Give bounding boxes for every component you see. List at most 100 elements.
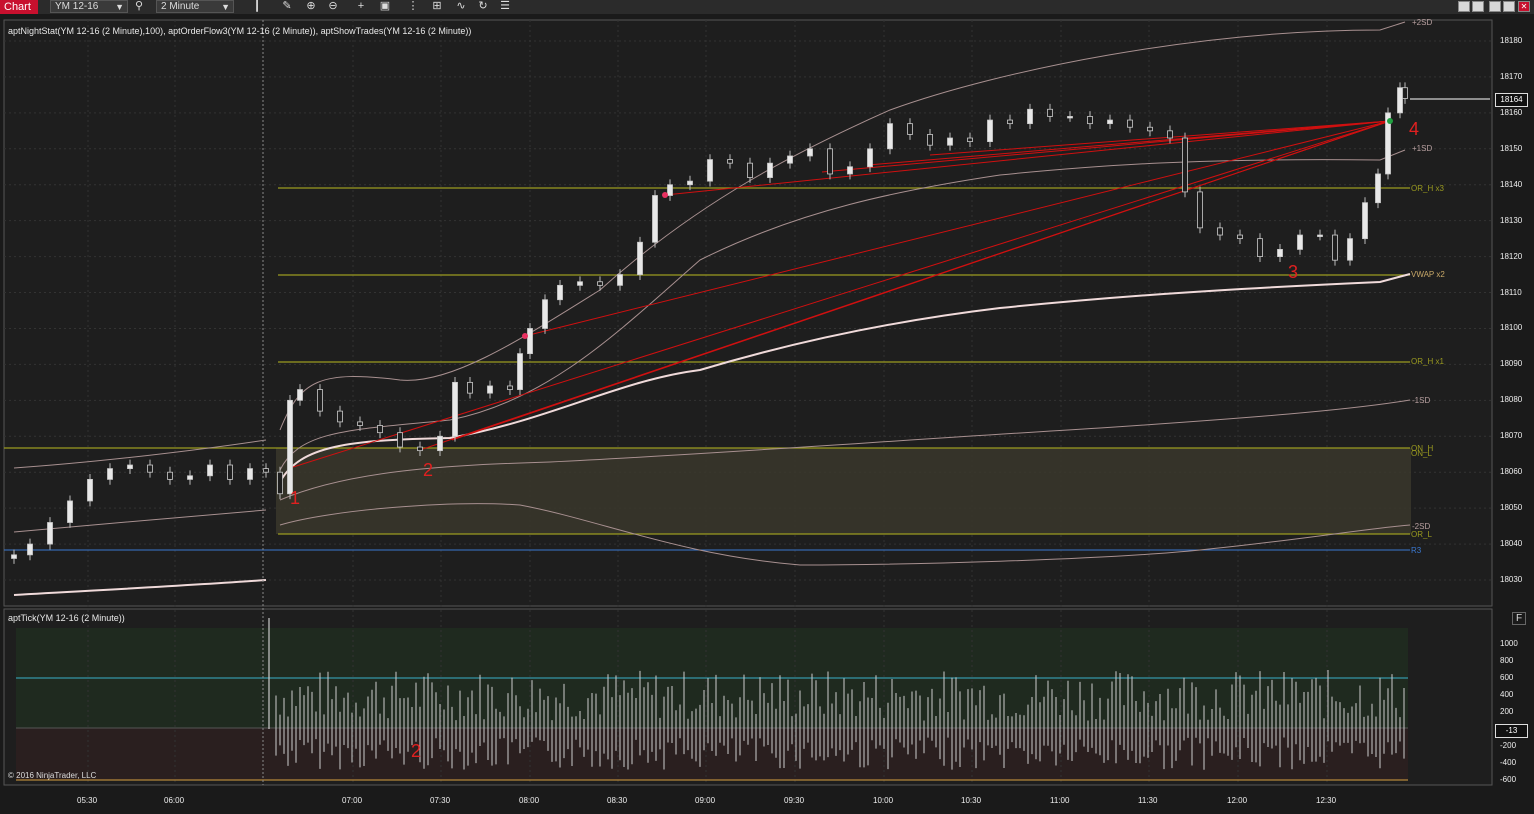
or-l-label: OR_L (1411, 530, 1432, 539)
candle-body (127, 464, 133, 470)
candle-body (337, 410, 343, 423)
price-y-tick: 18060 (1500, 467, 1523, 477)
candle-body (357, 421, 363, 426)
r3-label: R3 (1411, 546, 1422, 555)
candle-body (1317, 234, 1323, 237)
x-tick: 11:00 (1050, 796, 1070, 805)
tick-panel-indicator-label: aptTick(YM 12-16 (2 Minute)) (8, 613, 125, 623)
close-icon[interactable]: ✕ (1518, 1, 1530, 12)
candle-body (207, 464, 213, 477)
candle-body (1107, 119, 1113, 125)
sd1-upper-label: +1SD (1412, 144, 1433, 153)
current-tick-marker: -13 (1495, 724, 1528, 738)
chart-canvas[interactable] (0, 14, 1534, 814)
crosshair-icon[interactable]: + (354, 0, 368, 13)
candle-body (1362, 202, 1368, 240)
candle-body (847, 166, 853, 175)
sd2-upper-label: +2SD (1412, 18, 1433, 27)
x-tick: 07:00 (342, 796, 363, 805)
orh-x3-label: OR_H x3 (1411, 184, 1444, 193)
candle-body (227, 464, 233, 480)
candle-body (247, 468, 253, 480)
minimize-icon[interactable] (1472, 1, 1484, 12)
candle-body (557, 284, 563, 301)
candle-body (317, 389, 323, 412)
drawing-tools-icon[interactable]: ∿ (454, 0, 468, 13)
candle-body (1332, 234, 1338, 261)
instrument-selector[interactable]: YM 12-16 ▼ (50, 0, 128, 13)
candle-body (1402, 87, 1408, 99)
trade-marker (662, 192, 668, 198)
candle-body (1047, 108, 1053, 117)
x-tick: 12:00 (1227, 796, 1248, 805)
bar-style-icon[interactable]: ┃ (250, 0, 264, 13)
candle-body (707, 159, 713, 182)
trade-marker (1387, 118, 1393, 124)
candle-body (263, 468, 269, 473)
maximize-icon[interactable] (1503, 1, 1515, 12)
candle-body (1297, 234, 1303, 250)
candle-body (452, 381, 458, 437)
candle-body (487, 385, 493, 394)
candle-body (787, 155, 793, 164)
price-y-tick: 18080 (1500, 395, 1523, 405)
zoom-out-icon[interactable]: ⊖ (326, 0, 340, 13)
candle-body (277, 471, 283, 495)
tick-y-tick: 400 (1500, 690, 1514, 699)
price-y-tick: 18150 (1500, 143, 1523, 153)
copyright-notice: © 2016 NinjaTrader, LLC (8, 771, 97, 780)
candle-body (297, 389, 303, 401)
price-y-tick: 18050 (1500, 503, 1523, 513)
search-icon[interactable]: ⚲ (132, 0, 146, 13)
refresh-icon[interactable]: ↻ (476, 0, 490, 13)
candle-body (1067, 116, 1073, 119)
annotation-4: 4 (1409, 119, 1420, 139)
interval-selector[interactable]: 2 Minute ▼ (156, 0, 234, 13)
instrument-value: YM 12-16 (55, 1, 99, 12)
pencil-icon[interactable]: ✎ (280, 0, 294, 13)
zoom-in-icon[interactable]: ⊕ (304, 0, 318, 13)
properties-icon[interactable]: ☰ (498, 0, 512, 13)
annotation-1: 1 (290, 488, 301, 508)
x-tick: 10:30 (961, 796, 982, 805)
price-y-tick: 18100 (1500, 323, 1523, 333)
candle-body (1167, 130, 1173, 139)
tick-y-tick: -400 (1500, 758, 1517, 767)
price-y-tick: 18110 (1500, 287, 1522, 297)
chart-tab[interactable]: Chart (0, 0, 38, 14)
tick-y-tick: -600 (1500, 775, 1517, 784)
candle-body (1347, 238, 1353, 261)
price-y-tick: 18090 (1500, 359, 1523, 369)
strategies-icon[interactable]: ⊞ (430, 0, 444, 13)
indicators-icon[interactable]: ⋮ (406, 0, 420, 13)
price-y-tick: 18070 (1500, 431, 1523, 441)
candle-body (1237, 234, 1243, 240)
overnight-range-box (276, 448, 1411, 534)
sd1-lower-label: -1SD (1412, 396, 1431, 405)
candle-body (437, 435, 443, 452)
x-tick: 05:30 (77, 796, 98, 805)
candle-body (947, 137, 953, 146)
candle-body (907, 123, 913, 135)
x-tick: 09:30 (784, 796, 805, 805)
snapshot-icon[interactable]: ▣ (378, 0, 392, 13)
chart-toolbar: Chart YM 12-16 ▼ ⚲ 2 Minute ▼ ┃ ✎ ⊕ ⊖ + ▣ … (0, 0, 1534, 15)
candle-body (187, 475, 193, 480)
restore-icon[interactable] (1489, 1, 1501, 12)
price-y-tick: 18040 (1500, 539, 1523, 549)
tick-y-tick: 600 (1500, 673, 1514, 682)
price-y-tick: 18130 (1500, 215, 1523, 225)
f-button[interactable]: F (1512, 612, 1526, 625)
candle-body (167, 471, 173, 480)
tile-icon[interactable] (1458, 1, 1470, 12)
candle-body (147, 464, 153, 473)
price-y-tick: 18140 (1500, 179, 1523, 189)
current-price-marker: 18164 (1495, 93, 1528, 107)
orh-x1-label: OR_H x1 (1411, 357, 1444, 366)
vwap-x2-label: VWAP x2 (1411, 270, 1445, 279)
candle-body (1027, 108, 1033, 125)
candle-body (527, 328, 533, 355)
candle-body (652, 195, 658, 243)
candle-body (1217, 227, 1223, 236)
candle-body (727, 159, 733, 164)
